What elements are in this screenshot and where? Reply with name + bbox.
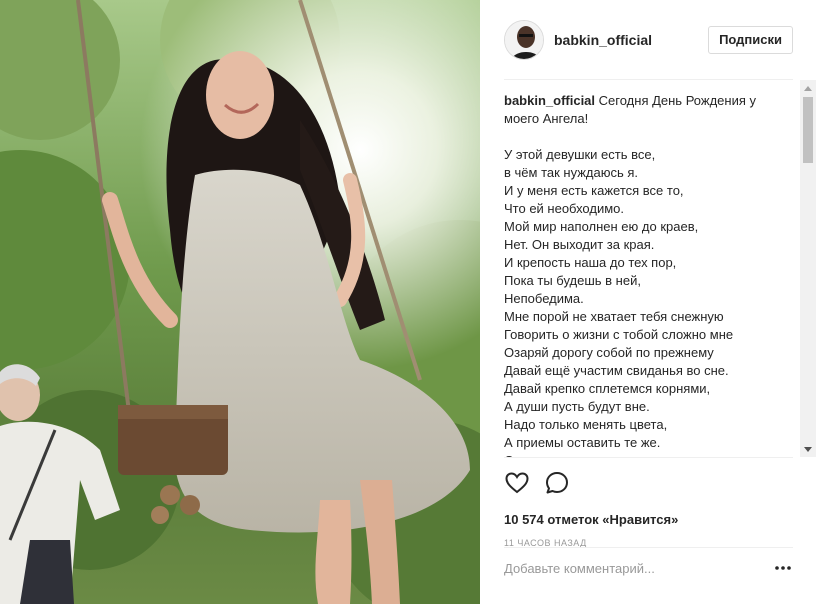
following-button[interactable]: Подписки	[708, 25, 793, 54]
caption: babkin_official Сегодня День Рождения у …	[504, 80, 804, 457]
swing-photo-image	[0, 0, 480, 604]
post-actions: 10 574 отметок «Нравится» 11 ЧАСОВ НАЗАД	[504, 457, 793, 587]
more-options-icon[interactable]	[773, 558, 793, 578]
caption-username[interactable]: babkin_official	[504, 93, 595, 108]
scroll-down-arrow-icon[interactable]	[800, 441, 816, 457]
caption-scrollbar[interactable]	[800, 80, 816, 457]
caption-intro: babkin_official Сегодня День Рождения у …	[504, 92, 794, 128]
post-header: babkin_official Подписки	[504, 0, 793, 80]
avatar[interactable]	[504, 19, 544, 60]
heart-icon[interactable]	[504, 470, 530, 496]
comment-input[interactable]	[504, 560, 773, 576]
caption-scroll-area[interactable]: babkin_official Сегодня День Рождения у …	[504, 80, 804, 457]
caption-poem: У этой девушки есть все, в чём так нужда…	[504, 147, 734, 457]
avatar-image	[505, 20, 543, 59]
likes-count[interactable]: 10 574 отметок «Нравится»	[504, 512, 793, 527]
username[interactable]: babkin_official	[554, 32, 652, 48]
comment-icon[interactable]	[544, 470, 570, 496]
scrollbar-thumb[interactable]	[803, 97, 813, 163]
post-photo[interactable]	[0, 0, 480, 604]
post-side-panel: babkin_official Подписки babkin_official…	[480, 0, 819, 604]
instagram-post: babkin_official Подписки babkin_official…	[0, 0, 819, 604]
comment-bar	[504, 547, 793, 588]
scroll-up-arrow-icon[interactable]	[800, 80, 816, 96]
action-icons	[504, 470, 793, 496]
